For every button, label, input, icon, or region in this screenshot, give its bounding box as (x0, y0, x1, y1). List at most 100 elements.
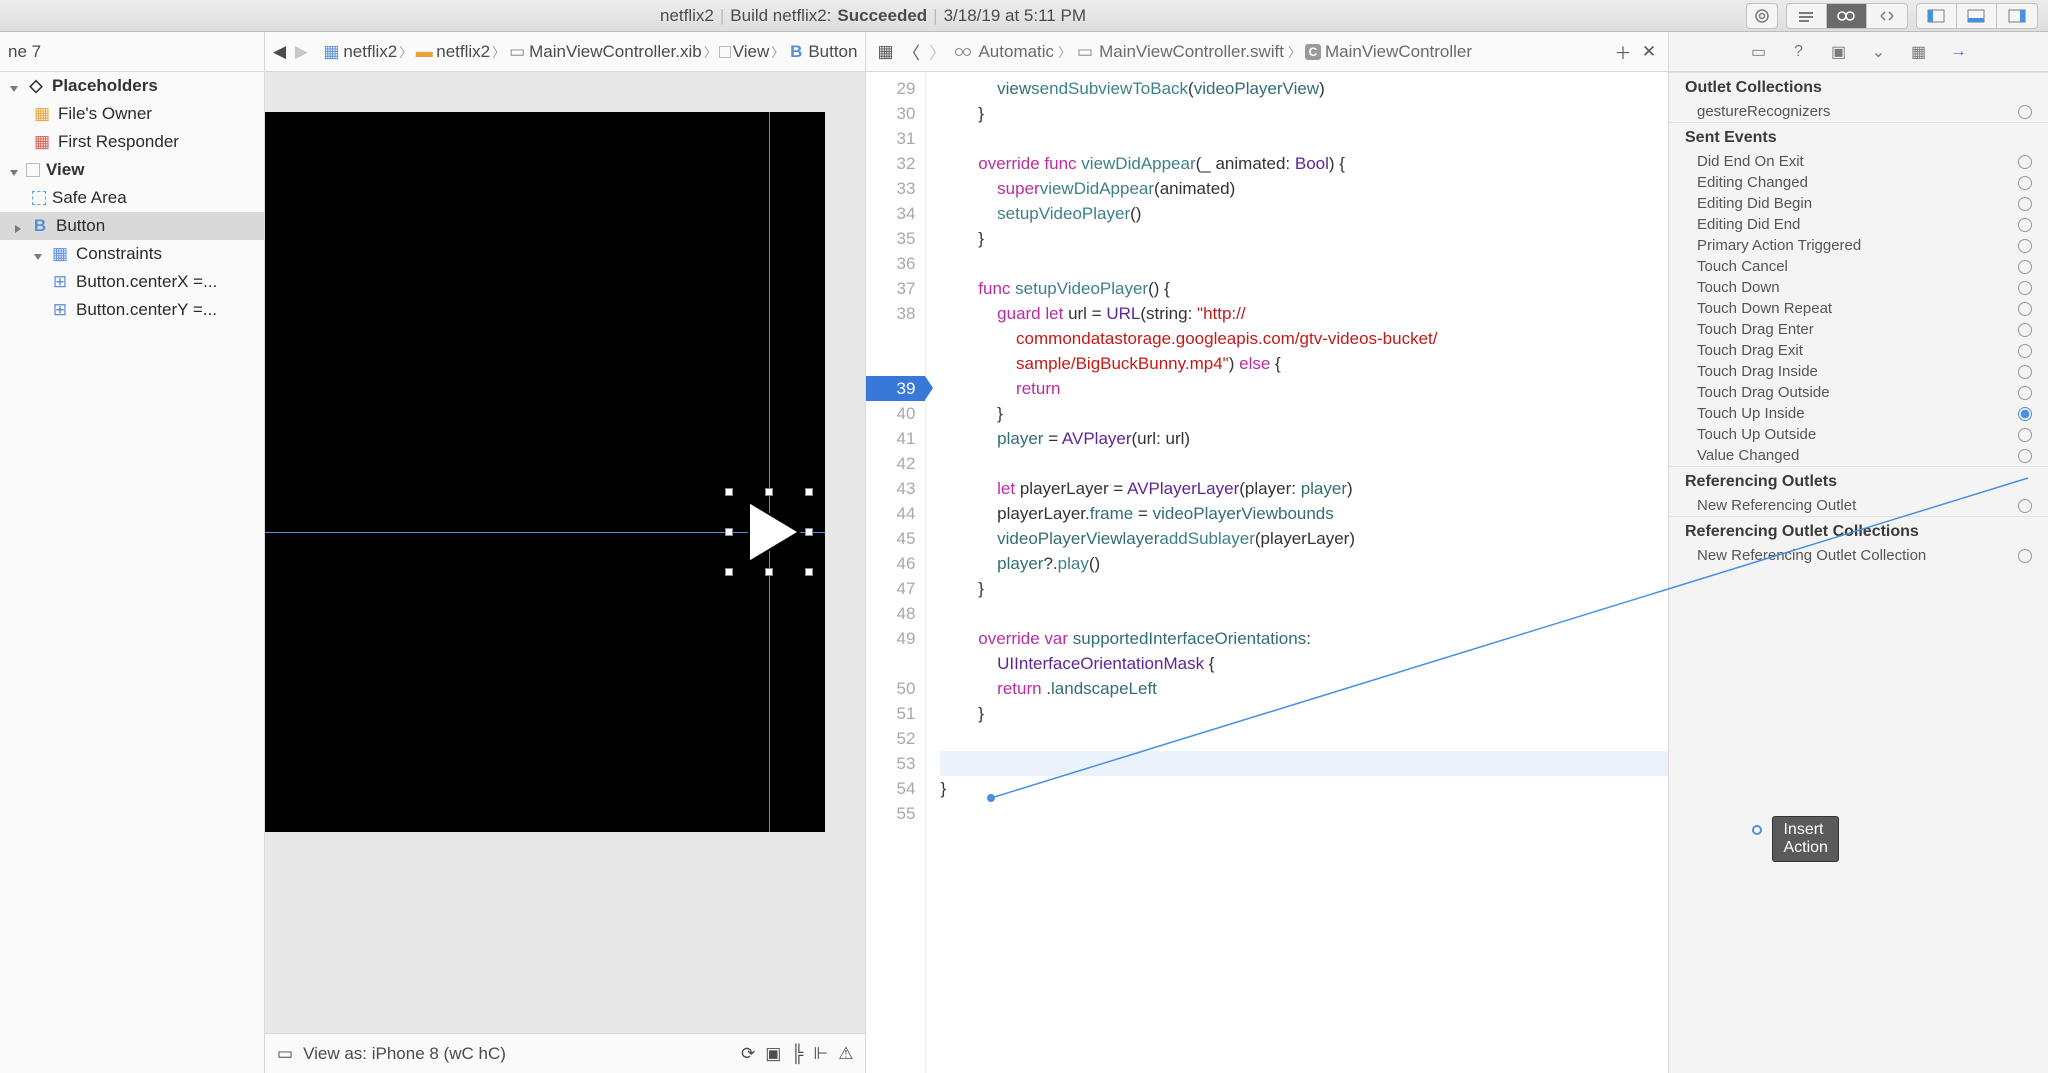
resize-handle[interactable] (805, 568, 813, 576)
activity-button[interactable] (1746, 3, 1778, 29)
panel-toggle-segmented[interactable] (1916, 3, 2038, 29)
connection-port[interactable] (2018, 105, 2032, 119)
connection-port[interactable] (2018, 197, 2032, 211)
canvas-jumpbar[interactable]: ◀ ▶ ▦netflix2〉 ▬netflix2〉 ▭MainViewContr… (265, 32, 865, 72)
left-panel-toggle[interactable] (1917, 4, 1957, 28)
outline-constraint-x[interactable]: ⊞Button.centerX =... (0, 268, 264, 296)
connection-port[interactable] (2018, 218, 2032, 232)
view-as-label[interactable]: View as: iPhone 8 (wC hC) (303, 1044, 506, 1064)
disclosure-triangle-icon[interactable] (8, 80, 20, 92)
constraint-icon: ⊞ (50, 300, 70, 320)
nav-back-icon[interactable]: ◀ (273, 42, 286, 62)
device-frame[interactable] (265, 112, 825, 832)
nav-forward-icon[interactable]: 〉 (926, 41, 948, 63)
pin-icon[interactable]: ⊩ (813, 1044, 828, 1064)
resize-handle[interactable] (805, 488, 813, 496)
connection-port[interactable] (2018, 407, 2032, 421)
disclosure-triangle-icon[interactable] (12, 220, 24, 232)
connection-port[interactable] (2018, 281, 2032, 295)
outline-toggle-icon[interactable]: ▭ (277, 1044, 293, 1064)
resolve-icon[interactable]: ⚠ (838, 1044, 853, 1064)
quick-help-icon[interactable]: ? (1788, 41, 1810, 63)
connection-port[interactable] (2018, 302, 2032, 316)
counterparts-icon[interactable] (952, 41, 974, 63)
code-area[interactable]: 2930313233343536373839404142434445464748… (866, 72, 1668, 1073)
related-items-icon[interactable]: ▦ (874, 41, 896, 63)
connection-port[interactable] (2018, 428, 2032, 442)
sent-event-row[interactable]: Touch Cancel (1669, 256, 2048, 277)
standard-editor-button[interactable] (1787, 4, 1827, 28)
outline-constraints[interactable]: ▦Constraints (0, 240, 264, 268)
outline-safe-area[interactable]: Safe Area (0, 184, 264, 212)
connection-port[interactable] (2018, 155, 2032, 169)
resize-handle[interactable] (725, 488, 733, 496)
jumpbar-file[interactable]: MainViewController.swift (1099, 42, 1284, 62)
sent-event-row[interactable]: Touch Drag Outside (1669, 382, 2048, 403)
assistant-editor-button[interactable] (1827, 4, 1867, 28)
embed-icon[interactable]: ▣ (765, 1044, 781, 1064)
connection-port[interactable] (2018, 260, 2032, 274)
attributes-inspector-icon[interactable]: ⌄ (1868, 41, 1890, 63)
bottom-panel-toggle[interactable] (1957, 4, 1997, 28)
sent-event-row[interactable]: Value Changed (1669, 445, 2048, 466)
line-gutter[interactable]: 2930313233343536373839404142434445464748… (866, 72, 926, 1073)
inspector-tabs[interactable]: ▭ ? ▣ ⌄ ▦ → (1669, 32, 2048, 72)
outline-button[interactable]: BButton (0, 212, 264, 240)
connection-port[interactable] (2018, 386, 2032, 400)
identity-inspector-icon[interactable]: ▣ (1828, 41, 1850, 63)
resize-handle[interactable] (725, 528, 733, 536)
connection-port[interactable] (2018, 449, 2032, 463)
disclosure-triangle-icon[interactable] (32, 248, 44, 260)
sent-event-row[interactable]: Touch Down (1669, 277, 2048, 298)
canvas-scene[interactable] (265, 72, 865, 1033)
new-referencing-outlet-row[interactable]: New Referencing Outlet (1669, 495, 2048, 516)
new-referencing-outlet-collection-row[interactable]: New Referencing Outlet Collection (1669, 545, 2048, 566)
outline-view-header[interactable]: View (0, 156, 264, 184)
sent-event-row[interactable]: Did End On Exit (1669, 151, 2048, 172)
sent-event-row[interactable]: Editing Changed (1669, 172, 2048, 193)
jumpbar-class[interactable]: MainViewController (1325, 42, 1472, 62)
connection-port[interactable] (2018, 549, 2032, 563)
resize-handle[interactable] (765, 568, 773, 576)
connection-port[interactable] (2018, 344, 2032, 358)
gesture-recognizers-row[interactable]: gestureRecognizers (1669, 101, 2048, 122)
sent-event-row[interactable]: Editing Did End (1669, 214, 2048, 235)
close-editor-icon[interactable]: ✕ (1638, 41, 1660, 63)
sent-event-row[interactable]: Editing Did Begin (1669, 193, 2048, 214)
editor-jumpbar[interactable]: ▦ 〈 〉 Automatic〉 ▭MainViewController.swi… (866, 32, 1668, 72)
play-button-view[interactable] (729, 492, 809, 572)
resize-handle[interactable] (765, 488, 773, 496)
outline-placeholders-header[interactable]: ◇ Placeholders (0, 72, 264, 100)
connection-port[interactable] (2018, 239, 2032, 253)
connection-port[interactable] (2018, 176, 2032, 190)
sent-event-row[interactable]: Touch Drag Enter (1669, 319, 2048, 340)
outline-first-responder[interactable]: ▦First Responder (0, 128, 264, 156)
add-editor-icon[interactable]: ＋ (1612, 41, 1634, 63)
file-inspector-icon[interactable]: ▭ (1748, 41, 1770, 63)
outline-constraint-y[interactable]: ⊞Button.centerY =... (0, 296, 264, 324)
size-inspector-icon[interactable]: ▦ (1908, 41, 1930, 63)
right-panel-toggle[interactable] (1997, 4, 2037, 28)
outline-files-owner[interactable]: ▦File's Owner (0, 100, 264, 128)
connection-port[interactable] (2018, 499, 2032, 513)
jumpbar-mode[interactable]: Automatic (978, 42, 1054, 62)
nav-back-icon[interactable]: 〈 (900, 41, 922, 63)
update-frames-icon[interactable]: ⟳ (741, 1044, 755, 1064)
editor-mode-segmented[interactable] (1786, 3, 1908, 29)
sent-event-row[interactable]: Touch Up Inside (1669, 403, 2048, 424)
version-editor-button[interactable] (1867, 4, 1907, 28)
resize-handle[interactable] (805, 528, 813, 536)
connection-port[interactable] (2018, 323, 2032, 337)
sent-event-row[interactable]: Touch Drag Exit (1669, 340, 2048, 361)
code-text[interactable]: viewsendSubviewToBack(videoPlayerView) }… (926, 72, 1668, 1073)
sent-event-row[interactable]: Touch Down Repeat (1669, 298, 2048, 319)
sent-event-row[interactable]: Touch Drag Inside (1669, 361, 2048, 382)
sent-event-row[interactable]: Touch Up Outside (1669, 424, 2048, 445)
align-icon[interactable]: ╠ (791, 1044, 803, 1064)
resize-handle[interactable] (725, 568, 733, 576)
disclosure-triangle-icon[interactable] (8, 164, 20, 176)
sent-event-row[interactable]: Primary Action Triggered (1669, 235, 2048, 256)
connection-port[interactable] (2018, 365, 2032, 379)
nav-forward-icon[interactable]: ▶ (295, 42, 308, 62)
connections-inspector-icon[interactable]: → (1948, 41, 1970, 63)
